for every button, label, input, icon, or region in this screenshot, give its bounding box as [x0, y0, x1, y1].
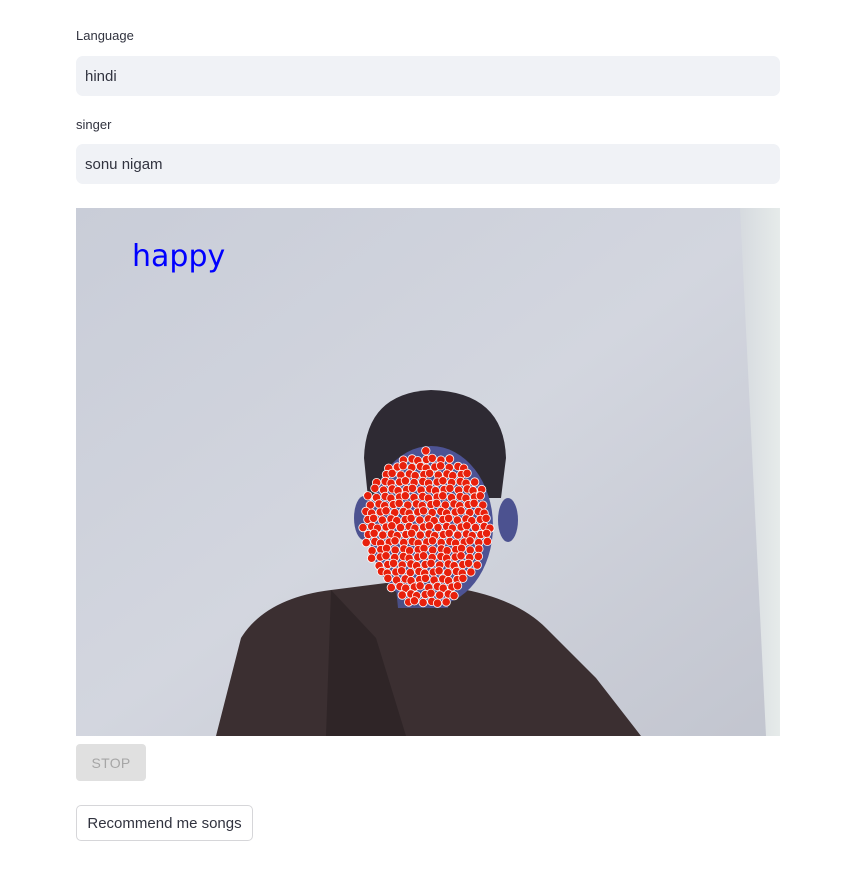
- face-landmark-point: [482, 536, 492, 546]
- person-right-ear: [498, 498, 518, 542]
- face-landmark-point: [438, 491, 448, 501]
- face-landmark-point: [466, 567, 476, 577]
- face-landmark-point: [418, 506, 429, 516]
- face-landmark-point: [381, 551, 391, 561]
- face-landmark-point: [386, 582, 396, 593]
- face-landmark-point: [415, 581, 425, 591]
- face-landmark-point: [406, 513, 416, 523]
- face-landmark-point: [456, 506, 466, 516]
- face-landmark-point: [431, 498, 442, 508]
- face-landmark-point: [418, 551, 429, 561]
- face-landmark-point: [421, 446, 431, 456]
- face-landmark-point: [369, 528, 379, 538]
- face-landmark-point: [418, 597, 428, 608]
- app-root: Language singer: [0, 0, 843, 891]
- face-landmark-point: [432, 598, 443, 608]
- face-landmark-point: [420, 573, 430, 583]
- stop-button[interactable]: STOP: [76, 744, 146, 781]
- face-landmark-point: [424, 468, 435, 478]
- webcam-video-frame: happy: [76, 208, 780, 736]
- face-landmark-point: [481, 513, 491, 523]
- face-landmark-point: [383, 573, 393, 583]
- face-landmark-point: [427, 453, 437, 463]
- language-input[interactable]: [76, 56, 780, 96]
- face-landmark-point: [415, 530, 425, 540]
- face-landmark-point: [458, 573, 468, 583]
- face-landmark-point: [434, 566, 444, 576]
- face-landmark-point: [407, 483, 417, 493]
- webcam-feed: happy: [76, 208, 780, 736]
- face-landmark-point: [390, 536, 400, 546]
- face-landmark-point: [438, 476, 448, 486]
- face-landmark-point: [453, 530, 463, 540]
- face-landmark-point: [388, 558, 399, 568]
- face-landmark-point: [394, 498, 404, 508]
- face-landmark-point: [397, 590, 407, 600]
- face-landmark-point: [368, 513, 379, 523]
- face-landmark-point: [449, 591, 459, 601]
- face-landmark-point: [400, 476, 410, 486]
- face-landmark-point: [463, 558, 474, 568]
- face-landmark-point: [444, 528, 454, 538]
- face-landmark-point: [400, 491, 410, 501]
- face-landmark-point: [387, 521, 397, 531]
- face-landmark-point: [426, 558, 436, 568]
- face-landmark-point: [441, 597, 451, 607]
- face-landmark-point: [426, 588, 436, 598]
- face-landmark-point: [427, 536, 438, 546]
- face-landmark-point: [381, 506, 391, 516]
- face-landmark-point: [387, 468, 397, 478]
- face-landmark-point: [462, 468, 472, 478]
- singer-label: singer: [76, 117, 112, 132]
- face-landmark-point: [409, 596, 419, 606]
- face-landmark-point: [481, 528, 492, 538]
- face-landmark-point: [406, 528, 417, 538]
- face-landmark-point: [469, 498, 479, 508]
- recommend-songs-button[interactable]: Recommend me songs: [76, 805, 253, 841]
- face-landmark-point: [475, 491, 485, 501]
- face-landmark-point: [470, 522, 481, 533]
- face-landmark-point: [395, 522, 406, 533]
- language-label: Language: [76, 28, 134, 43]
- singer-input[interactable]: [76, 144, 780, 184]
- face-landmark-point: [378, 530, 388, 540]
- face-landmark-point: [472, 560, 482, 570]
- face-landmark-point: [435, 590, 445, 600]
- face-landmark-point: [462, 521, 472, 531]
- face-landmark-point: [398, 461, 408, 471]
- face-landmark-point: [424, 521, 434, 531]
- face-landmark-point: [361, 537, 371, 548]
- face-landmark-point: [363, 491, 373, 501]
- face-landmark-point: [445, 483, 455, 493]
- face-landmark-point: [366, 553, 377, 563]
- face-landmark-point: [358, 522, 368, 533]
- face-landmark-point: [452, 581, 463, 591]
- face-landmark-point: [465, 536, 475, 546]
- face-landmark-point: [456, 551, 466, 561]
- face-landmark-point: [470, 477, 480, 487]
- face-landmark-point: [370, 483, 380, 493]
- face-landmark-point: [473, 551, 483, 561]
- detected-emotion-label: happy: [132, 239, 225, 274]
- face-landmark-point: [444, 454, 455, 464]
- face-landmark-point: [443, 513, 454, 523]
- face-landmark-point: [435, 461, 446, 471]
- face-landmark-point: [433, 522, 443, 533]
- face-landmark-point: [396, 566, 407, 576]
